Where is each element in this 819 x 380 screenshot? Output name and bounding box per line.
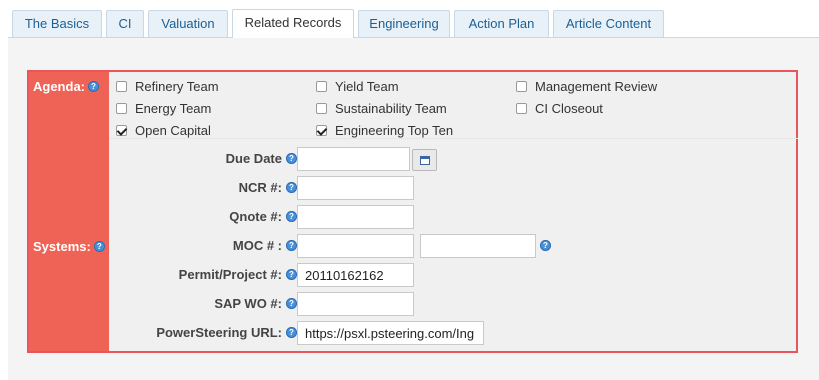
agenda-section-label: Agenda: ? — [33, 79, 99, 94]
ncr-row: NCR #: ? — [119, 176, 297, 200]
help-icon[interactable]: ? — [286, 153, 297, 164]
qnote-row: Qnote #: ? — [119, 205, 297, 229]
tab-the-basics[interactable]: The Basics — [12, 10, 102, 37]
tab-action-plan[interactable]: Action Plan — [454, 10, 549, 37]
agenda-divider — [109, 138, 798, 139]
tab-engineering[interactable]: Engineering — [358, 10, 450, 37]
moc-secondary-input[interactable] — [420, 234, 536, 258]
agenda-label: Agenda: — [33, 79, 85, 94]
powersteering-url-input[interactable] — [297, 321, 484, 345]
powersteering-url-row: PowerSteering URL: ? — [119, 321, 297, 345]
checkbox[interactable] — [316, 125, 327, 136]
related-records-form: Agenda: ? Systems: ? Refinery Team Yield… — [27, 70, 798, 353]
systems-label: Systems: — [33, 239, 91, 254]
agenda-option-label: Energy Team — [135, 101, 212, 116]
tab-article-content[interactable]: Article Content — [553, 10, 664, 37]
qnote-label: Qnote #: ? — [229, 209, 297, 224]
agenda-option-label: Refinery Team — [135, 79, 219, 94]
agenda-option-refinery-team[interactable]: Refinery Team — [116, 79, 219, 94]
checkbox[interactable] — [116, 81, 127, 92]
tab-ci[interactable]: CI — [106, 10, 144, 37]
help-icon[interactable]: ? — [540, 240, 551, 251]
help-icon[interactable]: ? — [286, 298, 297, 309]
agenda-option-label: Management Review — [535, 79, 658, 94]
checkbox[interactable] — [516, 81, 527, 92]
agenda-option-open-capital[interactable]: Open Capital — [116, 123, 211, 138]
section-label-column: Agenda: ? Systems: ? — [29, 72, 109, 351]
checkbox[interactable] — [516, 103, 527, 114]
systems-section-label: Systems: ? — [33, 239, 105, 254]
permit-project-row: Permit/Project #: ? — [119, 263, 297, 287]
agenda-option-label: Sustainability Team — [335, 101, 447, 116]
help-icon[interactable]: ? — [286, 269, 297, 280]
agenda-option-yield-team[interactable]: Yield Team — [316, 79, 399, 94]
agenda-option-sustainability-team[interactable]: Sustainability Team — [316, 101, 447, 116]
permit-project-label: Permit/Project #: ? — [179, 267, 297, 282]
agenda-option-engineering-top-ten[interactable]: Engineering Top Ten — [316, 123, 453, 138]
ncr-label: NCR #: ? — [239, 180, 297, 195]
permit-project-input[interactable] — [297, 263, 414, 287]
sap-wo-row: SAP WO #: ? — [119, 292, 297, 316]
help-icon[interactable]: ? — [286, 211, 297, 222]
moc-input[interactable] — [297, 234, 414, 258]
help-icon[interactable]: ? — [93, 241, 105, 252]
sap-wo-label: SAP WO #: ? — [214, 296, 297, 311]
agenda-option-energy-team[interactable]: Energy Team — [116, 101, 211, 116]
calendar-icon — [420, 156, 430, 165]
due-date-input[interactable] — [297, 147, 410, 171]
tab-bar: The Basics CI Valuation Related Records … — [0, 0, 819, 38]
checkbox[interactable] — [116, 103, 127, 114]
moc-row: MOC # : ? — [119, 234, 297, 258]
sap-wo-input[interactable] — [297, 292, 414, 316]
agenda-option-ci-closeout[interactable]: CI Closeout — [516, 101, 603, 116]
ncr-input[interactable] — [297, 176, 414, 200]
calendar-button[interactable] — [412, 149, 437, 171]
agenda-option-management-review[interactable]: Management Review — [516, 79, 657, 94]
help-icon[interactable]: ? — [286, 327, 297, 338]
agenda-option-label: CI Closeout — [535, 101, 603, 116]
agenda-option-label: Engineering Top Ten — [335, 123, 454, 138]
moc-label: MOC # : ? — [233, 238, 297, 253]
help-icon[interactable]: ? — [88, 81, 99, 92]
checkbox[interactable] — [116, 125, 127, 136]
agenda-option-label: Open Capital — [135, 123, 211, 138]
checkbox[interactable] — [316, 103, 327, 114]
tab-valuation[interactable]: Valuation — [148, 10, 228, 37]
due-date-label: Due Date ? — [226, 151, 297, 166]
agenda-option-label: Yield Team — [335, 79, 399, 94]
due-date-row: Due Date ? — [119, 147, 297, 171]
help-icon[interactable]: ? — [286, 240, 297, 251]
qnote-input[interactable] — [297, 205, 414, 229]
help-icon[interactable]: ? — [286, 182, 297, 193]
checkbox[interactable] — [316, 81, 327, 92]
powersteering-url-label: PowerSteering URL: ? — [156, 325, 297, 340]
tab-related-records[interactable]: Related Records — [232, 9, 354, 38]
